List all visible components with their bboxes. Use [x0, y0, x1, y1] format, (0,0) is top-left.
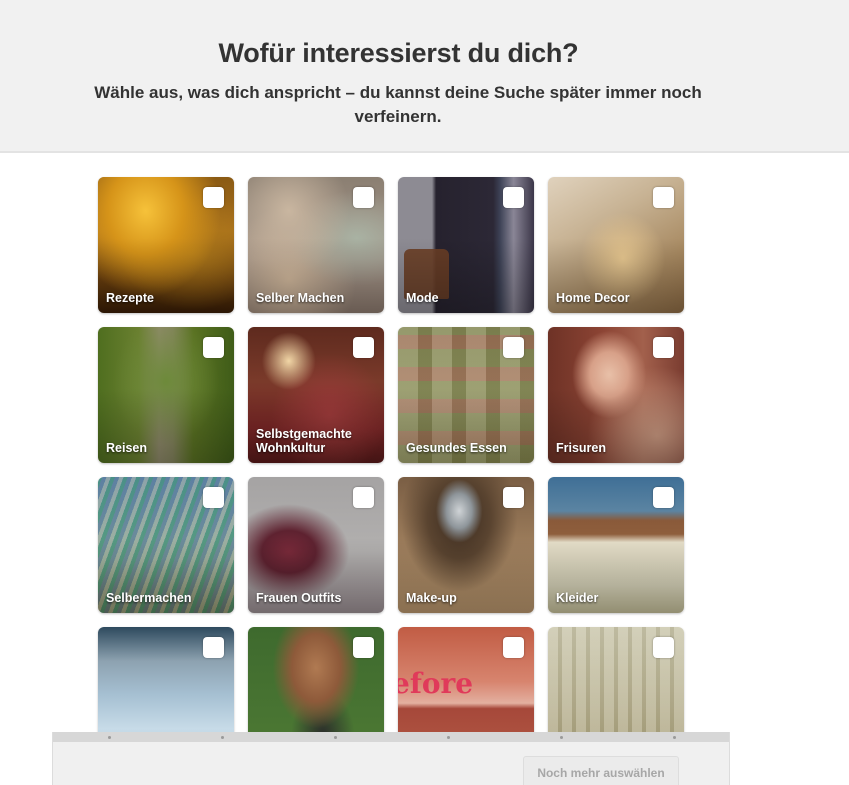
topic-label: Selber Machen: [256, 291, 345, 305]
topic-label: Gesundes Essen: [406, 441, 507, 455]
topic-tile-mode[interactable]: Mode: [398, 177, 534, 313]
topic-checkbox[interactable]: [203, 337, 224, 358]
topic-tile-selbstgemachte-wohnkultur[interactable]: Selbstgemachte Wohnkultur: [248, 327, 384, 463]
topic-label: Selbermachen: [106, 591, 192, 605]
topic-label: Selbstgemachte Wohnkultur: [256, 427, 352, 455]
progress-step-marker: [221, 736, 224, 739]
topic-checkbox[interactable]: [653, 637, 674, 658]
progress-step-marker: [673, 736, 676, 739]
topic-checkbox[interactable]: [203, 187, 224, 208]
topic-tile-gesundes-essen[interactable]: Gesundes Essen: [398, 327, 534, 463]
topic-checkbox[interactable]: [353, 637, 374, 658]
topic-label: Rezepte: [106, 291, 154, 305]
topic-tile-frisuren[interactable]: Frisuren: [548, 327, 684, 463]
topic-checkbox[interactable]: [653, 187, 674, 208]
topic-label: Mode: [406, 291, 439, 305]
topic-tile-home-decor[interactable]: Home Decor: [548, 177, 684, 313]
topic-tile-make-up[interactable]: Make-up: [398, 477, 534, 613]
topic-checkbox[interactable]: [203, 487, 224, 508]
progress-step-marker: [447, 736, 450, 739]
topic-tile-reisen[interactable]: Reisen: [98, 327, 234, 463]
topic-checkbox[interactable]: [353, 187, 374, 208]
topic-grid: Rezepte Selber Machen Mode Home Decor Re…: [98, 177, 684, 763]
topic-label: Frauen Outfits: [256, 591, 342, 605]
topic-tile-frauen-outfits[interactable]: Frauen Outfits: [248, 477, 384, 613]
topic-tile-rezepte[interactable]: Rezepte: [98, 177, 234, 313]
topic-label: Kleider: [556, 591, 599, 605]
topic-checkbox[interactable]: [203, 637, 224, 658]
select-more-button[interactable]: Noch mehr auswählen: [523, 756, 679, 785]
topic-label: Make-up: [406, 591, 457, 605]
image-overlay-text: efore: [398, 667, 474, 700]
topic-checkbox[interactable]: [503, 337, 524, 358]
selection-progress-bar: [53, 732, 729, 742]
topic-label: Reisen: [106, 441, 147, 455]
topic-checkbox[interactable]: [503, 487, 524, 508]
page-subtitle: Wähle aus, was dich anspricht – du kanns…: [94, 83, 702, 126]
topic-tile-kleider[interactable]: Kleider: [548, 477, 684, 613]
topic-label: Frisuren: [556, 441, 607, 455]
topic-label: Home Decor: [556, 291, 630, 305]
page-title: Wofür interessierst du dich?: [218, 38, 579, 68]
topic-checkbox[interactable]: [353, 487, 374, 508]
topic-checkbox[interactable]: [653, 337, 674, 358]
topic-tile-selbermachen[interactable]: Selbermachen: [98, 477, 234, 613]
topic-tile-selber-machen[interactable]: Selber Machen: [248, 177, 384, 313]
topic-checkbox[interactable]: [353, 337, 374, 358]
progress-step-marker: [560, 736, 563, 739]
progress-step-marker: [334, 736, 337, 739]
topic-checkbox[interactable]: [503, 187, 524, 208]
topic-checkbox[interactable]: [653, 487, 674, 508]
header: Wofür interessierst du dich? Wähle aus, …: [0, 0, 849, 153]
topic-checkbox[interactable]: [503, 637, 524, 658]
progress-step-marker: [108, 736, 111, 739]
bottom-bar: Noch mehr auswählen: [52, 732, 730, 785]
